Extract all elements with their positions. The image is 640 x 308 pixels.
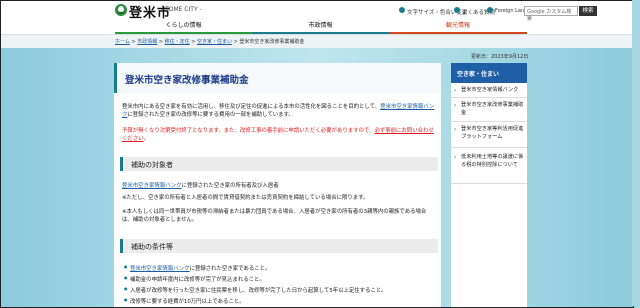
sidebar-item-bank[interactable]: 登米市空き家情報バンク [451,85,527,98]
condition-bank-link[interactable]: 登米市空き家情報バンク [130,266,190,272]
breadcrumb-home[interactable]: ホーム [115,39,130,45]
nav-living-info[interactable]: くらしの情報 [115,21,252,34]
site-subtitle: - TOME CITY - [161,6,202,13]
warning-text-1: 予算が無くなり次第受付終了となります。また、改修工事の着手前に申請いただく必要が… [122,128,375,134]
condition-item-4: 改修等に要する経費が10万円以上であること。 [124,297,245,305]
faq-icon[interactable] [454,7,460,13]
breadcrumb-current: 登米市空き家改修事業補助金 [239,39,305,45]
updated-date: 更新日：2023年9月12日 [471,54,529,60]
global-nav: くらしの情報 市政情報 観光情報 [115,21,527,34]
page-title: 登米市空き家改修事業補助金 [125,75,249,86]
section-heading-eligible-text: 補助の対象者 [131,161,173,169]
intro-text-2: に登録された空き家の改修等に要する費用の一部を補助しています。 [127,112,294,119]
city-emblem-icon[interactable] [115,4,127,16]
breadcrumb-migration[interactable]: 移住・定住 [165,39,190,45]
breadcrumb: ホーム > 市政情報 > 移住・定住 > 空き家・住まい > 登米市空き家改修事… [115,39,305,45]
nav-city-info[interactable]: 市政情報 [252,21,389,34]
sidebar-item-tax[interactable]: 低未利用土地等の譲渡に係る税の特別控除について [451,152,527,184]
breadcrumb-vacant-house[interactable]: 空き家・住まい [197,39,232,45]
warning-text-2: 。 [143,136,149,143]
main-content: 登米市空き家改修事業補助金 登米市内にある空き家を有効に活用し、移住及び定住の促… [114,63,441,307]
language-icon[interactable] [487,7,493,13]
sidebar-item-platform[interactable]: 登米市空き家等利活用促進プラットフォーム [451,124,527,148]
intro-text-1: 登米市内にある空き家を有効に活用し、移住及び定住の促進による本市の活性化を図るこ… [122,104,381,110]
section-heading-conditions: 補助の条件等 [120,239,438,253]
condition-item-2: 補助金の申請年度内に改修等が完了が見込まれること。 [124,275,265,283]
warning-paragraph: 予算が無くなり次第受付終了となります。また、改修工事の着手前に申請いただく必要が… [122,127,436,143]
condition-item-1-text: に登録された空き家であること。 [189,266,271,272]
eligible-note-1: ※ただし、空き家の所有者と入居者の間で賃貸借契約または売買契約を締結している場合… [122,195,369,201]
eligible-text: に登録された空き家の所有者及び入居者 [181,183,279,189]
breadcrumb-bar: ホーム > 市政情報 > 移住・定住 > 空き家・住まい > 登米市空き家改修事… [1,34,633,48]
condition-item-1: 登米市空き家情報バンクに登録された空き家であること。 [124,264,271,272]
breadcrumb-city-info[interactable]: 市政情報 [137,39,157,45]
eligible-note-2: ※本人もしくは同一世帯員が市税等の滞納者または暴力団員である場合、入居者が空き家… [122,209,427,224]
sidebar: 空き家・住まい 登米市空き家情報バンク 登米市空き家改修事業補助金 登米市空き家… [451,63,527,307]
browser-page: 登米市 - TOME CITY - 文字サイズ・色合い変更 よくある質問 For… [0,0,634,308]
nav-tourism-info[interactable]: 観光情報 [389,21,527,34]
intro-paragraph: 登米市内にある空き家を有効に活用し、移住及び定住の促進による本市の活性化を図るこ… [122,103,436,119]
search-input[interactable]: Google カスタム検索 [524,6,578,22]
title-box: 登米市空き家改修事業補助金 [114,63,441,93]
sidebar-heading[interactable]: 空き家・住まい [451,63,527,83]
window-edge [632,0,640,306]
search-button[interactable]: 検索 [579,6,597,16]
sidebar-item-subsidy[interactable]: 登米市空き家改修事業補助金 [451,100,527,122]
section-heading-conditions-text: 補助の条件等 [131,243,173,251]
eligible-bank-link[interactable]: 登米市空き家情報バンク [122,183,182,189]
text-size-icon[interactable] [399,7,405,13]
condition-item-3: 入居者が改修等を行った空き家に住民票を移し、改修等が完了した日から起算して5年以… [124,286,387,294]
section-heading-eligible: 補助の対象者 [120,157,438,171]
site-header: 登米市 - TOME CITY - 文字サイズ・色合い変更 よくある質問 For… [1,1,633,22]
eligible-line: 登米市空き家情報バンクに登録された空き家の所有者及び入居者 [122,182,436,190]
